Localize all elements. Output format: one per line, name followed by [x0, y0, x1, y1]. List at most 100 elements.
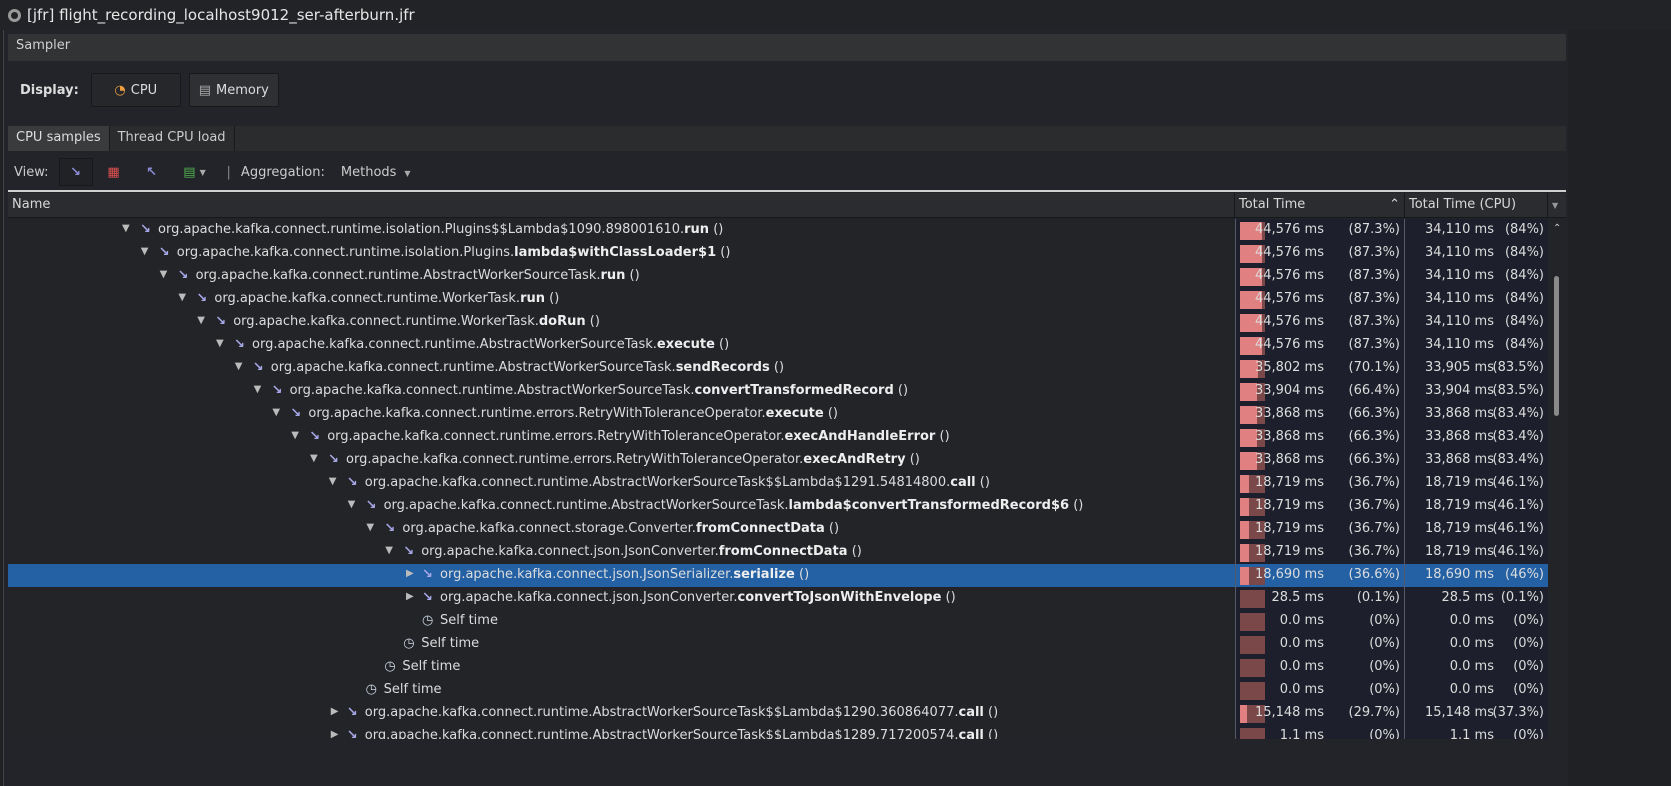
- cpu-time-value: 34,110 ms: [1424, 314, 1494, 329]
- expand-toggle-icon[interactable]: ▶: [406, 568, 414, 579]
- tree-row[interactable]: ▼ ↘ org.apache.kafka.connect.runtime.Abstr…: [8, 472, 1548, 495]
- total-time-cell: 0.0 ms (0%): [1235, 633, 1405, 656]
- method-name-bold: lambda$withClassLoader$1: [514, 245, 717, 260]
- tree-row[interactable]: ▶ ↘ org.apache.kafka.connect.json.JsonSeri…: [8, 564, 1548, 587]
- tree-row[interactable]: ▼ ↘ org.apache.kafka.connect.runtime.Worke…: [8, 288, 1548, 311]
- cpu-time-percent: (46.1%): [1492, 521, 1544, 536]
- tree-row[interactable]: ▼ ↘ org.apache.kafka.connect.storage.Conve…: [8, 518, 1548, 541]
- tree-row[interactable]: ▼ ↘ org.apache.kafka.connect.runtime.isola…: [8, 242, 1548, 265]
- expand-toggle-icon[interactable]: ▶: [331, 706, 339, 717]
- tree-row[interactable]: ▼ ↘ org.apache.kafka.connect.runtime.Abstr…: [8, 495, 1548, 518]
- collapse-toggle-icon[interactable]: ▼: [141, 246, 149, 257]
- tree-row[interactable]: ◷ Self time 0.0 ms (0%) 0.0 ms (0%): [8, 610, 1548, 633]
- expand-toggle-icon[interactable]: ▶: [331, 729, 339, 739]
- collapse-toggle-icon[interactable]: ▼: [348, 499, 356, 510]
- collapse-toggle-icon[interactable]: ▼: [235, 361, 243, 372]
- tree-row[interactable]: ◷ Self time 0.0 ms (0%) 0.0 ms (0%): [8, 656, 1548, 679]
- collapse-toggle-icon[interactable]: ▼: [197, 315, 205, 326]
- method-class: org.apache.kafka.connect.runtime.Abstrac…: [364, 705, 959, 720]
- total-time-cell: 33,868 ms (66.3%): [1235, 426, 1405, 449]
- method-arrow-icon: ↘: [177, 268, 189, 283]
- collapse-toggle-icon[interactable]: ▼: [178, 292, 186, 303]
- tree-row[interactable]: ▼ ↘ org.apache.kafka.connect.json.JsonConv…: [8, 541, 1548, 564]
- cpu-time-cell: 18,690 ms (46%): [1405, 564, 1548, 587]
- name-cell: ▼ ↘ org.apache.kafka.connect.runtime.Abstr…: [8, 265, 1235, 288]
- tree-row[interactable]: ▼ ↘ org.apache.kafka.connect.runtime.Worke…: [8, 311, 1548, 334]
- back-traces-button[interactable]: ↖: [135, 158, 169, 186]
- tree-row[interactable]: ▶ ↘ org.apache.kafka.connect.json.JsonConv…: [8, 587, 1548, 610]
- name-cell: ▼ ↘ org.apache.kafka.connect.runtime.isola…: [8, 242, 1235, 265]
- tree-row[interactable]: ▼ ↘ org.apache.kafka.connect.runtime.error…: [8, 403, 1548, 426]
- clock-icon: ◷: [422, 613, 434, 628]
- scrollbar-thumb[interactable]: [1554, 276, 1559, 416]
- cpu-time-value: 0.0 ms: [1449, 682, 1494, 697]
- total-time-value: 18,719 ms: [1254, 498, 1324, 513]
- method-name: org.apache.kafka.connect.runtime.WorkerT…: [214, 291, 559, 306]
- tree-row[interactable]: ▼ ↘ org.apache.kafka.connect.runtime.Abstr…: [8, 380, 1548, 403]
- cpu-time-cell: 0.0 ms (0%): [1405, 633, 1548, 656]
- tree-row[interactable]: ▶ ↘ org.apache.kafka.connect.runtime.Abstr…: [8, 725, 1548, 739]
- column-header-total-time-cpu[interactable]: Total Time (CPU): [1405, 193, 1548, 218]
- hot-spots-button[interactable]: ▦: [97, 158, 131, 186]
- collapse-toggle-icon[interactable]: ▼: [366, 522, 374, 533]
- tree-row[interactable]: ◷ Self time 0.0 ms (0%) 0.0 ms (0%): [8, 633, 1548, 656]
- column-header-name[interactable]: Name: [8, 193, 1235, 218]
- method-name: org.apache.kafka.connect.storage.Convert…: [402, 521, 839, 536]
- name-cell: ▼ ↘ org.apache.kafka.connect.json.JsonConv…: [8, 541, 1235, 564]
- collapse-toggle-icon[interactable]: ▼: [272, 407, 280, 418]
- combined-view-dropdown[interactable]: ▤ ▼: [173, 158, 217, 186]
- sort-ascending-icon: ⌃: [1389, 197, 1400, 212]
- scroll-up-icon[interactable]: ⌃: [1553, 223, 1561, 234]
- separator: |: [226, 164, 231, 180]
- total-time-percent: (66.4%): [1348, 383, 1400, 398]
- method-class: org.apache.kafka.connect.runtime.errors.…: [346, 452, 804, 467]
- cpu-time-percent: (46.1%): [1492, 498, 1544, 513]
- tree-row[interactable]: ▼ ↘ org.apache.kafka.connect.runtime.Abstr…: [8, 357, 1548, 380]
- method-args: (): [769, 360, 785, 375]
- collapse-toggle-icon[interactable]: ▼: [254, 384, 262, 395]
- cpu-time-percent: (0%): [1513, 728, 1544, 739]
- total-time-percent: (0%): [1369, 682, 1400, 697]
- method-args: (): [709, 222, 724, 237]
- tree-row[interactable]: ▼ ↘ org.apache.kafka.connect.runtime.Abstr…: [8, 265, 1548, 288]
- collapse-toggle-icon[interactable]: ▼: [329, 476, 337, 487]
- tree-row[interactable]: ▶ ↘ org.apache.kafka.connect.runtime.Abstr…: [8, 702, 1548, 725]
- tab-cpu-samples[interactable]: CPU samples: [8, 126, 110, 151]
- name-cell: ▼ ↘ org.apache.kafka.connect.runtime.Abstr…: [8, 495, 1235, 518]
- tree-row[interactable]: ▼ ↘ org.apache.kafka.connect.runtime.error…: [8, 449, 1548, 472]
- cpu-time-value: 34,110 ms: [1424, 291, 1494, 306]
- memory-button[interactable]: ▤ Memory: [188, 73, 279, 107]
- total-time-cell: 44,576 ms (87.3%): [1235, 288, 1405, 311]
- collapse-toggle-icon[interactable]: ▼: [310, 453, 318, 464]
- call-tree: ▼ ↘ org.apache.kafka.connect.runtime.isola…: [8, 219, 1548, 739]
- tree-row[interactable]: ▼ ↘ org.apache.kafka.connect.runtime.error…: [8, 426, 1548, 449]
- tab-thread-cpu-load[interactable]: Thread CPU load: [110, 126, 235, 151]
- tree-row[interactable]: ▼ ↘ org.apache.kafka.connect.runtime.Abstr…: [8, 334, 1548, 357]
- cpu-time-cell: 33,905 ms (83.5%): [1405, 357, 1548, 380]
- name-cell: ▼ ↘ org.apache.kafka.connect.runtime.Abstr…: [8, 357, 1235, 380]
- method-class: org.apache.kafka.connect.runtime.isolati…: [158, 222, 685, 237]
- forward-calls-button[interactable]: ↘: [58, 158, 93, 186]
- cpu-time-percent: (83.4%): [1492, 406, 1544, 421]
- collapse-toggle-icon[interactable]: ▼: [385, 545, 393, 556]
- tree-row[interactable]: ▼ ↘ org.apache.kafka.connect.runtime.isola…: [8, 219, 1548, 242]
- method-arrow-icon: ↘: [403, 544, 415, 559]
- method-class: org.apache.kafka.connect.runtime.Abstrac…: [364, 475, 951, 490]
- method-args: (): [544, 291, 560, 306]
- method-arrow-icon: ↘: [422, 567, 433, 582]
- tree-row[interactable]: ◷ Self time 0.0 ms (0%) 0.0 ms (0%): [8, 679, 1548, 702]
- column-header-total-time[interactable]: Total Time ⌃: [1235, 193, 1405, 218]
- collapse-toggle-icon[interactable]: ▼: [216, 338, 224, 349]
- vertical-scrollbar[interactable]: ⌃: [1548, 219, 1566, 739]
- collapse-toggle-icon[interactable]: ▼: [291, 430, 299, 441]
- method-name-bold: run: [684, 222, 710, 237]
- cpu-button[interactable]: ◔ CPU: [90, 73, 181, 107]
- name-cell: ▶ ↘ org.apache.kafka.connect.json.JsonConv…: [8, 587, 1235, 610]
- total-time-value: 0.0 ms: [1279, 682, 1324, 697]
- collapse-toggle-icon[interactable]: ▼: [122, 223, 130, 234]
- collapse-toggle-icon[interactable]: ▼: [160, 269, 168, 280]
- method-name: org.apache.kafka.connect.runtime.Abstrac…: [196, 268, 640, 283]
- expand-toggle-icon[interactable]: ▶: [406, 591, 414, 602]
- aggregation-dropdown[interactable]: Methods ▼: [341, 165, 411, 180]
- column-chooser-button[interactable]: ▼: [1548, 193, 1566, 218]
